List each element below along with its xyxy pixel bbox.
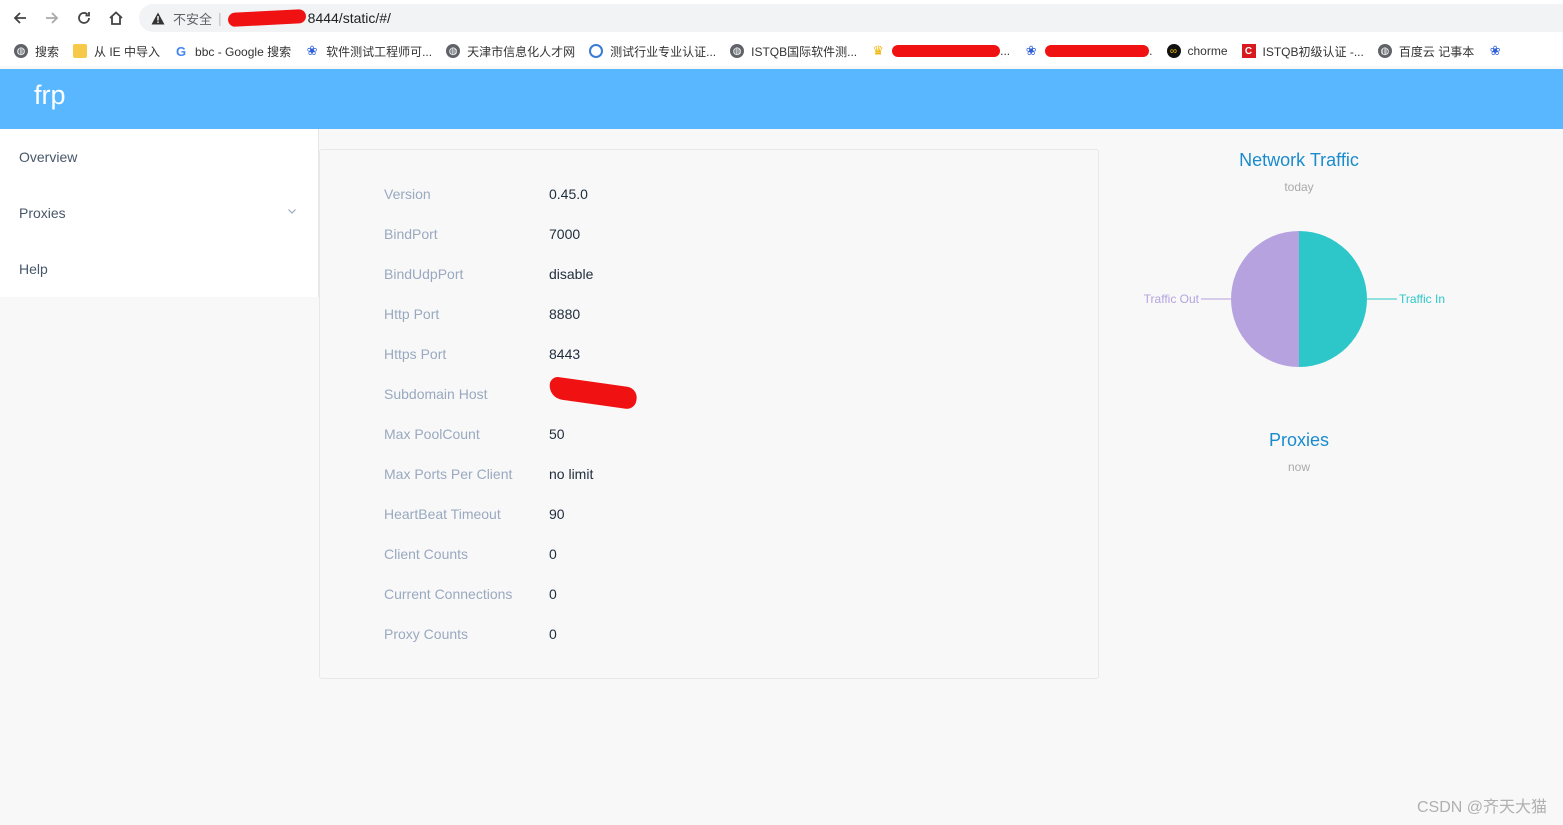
info-row: Max PoolCount 50 <box>384 426 565 442</box>
sidebar-item-proxies[interactable]: Proxies <box>0 185 318 241</box>
info-row: Client Counts 0 <box>384 546 557 562</box>
infinity-icon: ∞ <box>1166 44 1181 58</box>
home-icon[interactable] <box>104 6 128 30</box>
bookmark-item[interactable]: ❀ 软件测试工程师可... <box>305 43 432 60</box>
c-logo-icon: C <box>1241 44 1256 58</box>
sidebar-item-help[interactable]: Help <box>0 241 318 297</box>
proxies-chart-title: Proxies <box>1268 430 1330 450</box>
bookmark-item[interactable]: ❀. <box>1024 43 1153 58</box>
sidebar-item-overview[interactable]: Overview <box>0 129 318 185</box>
app-logo[interactable]: frp <box>34 80 66 111</box>
info-row: Subdomain Host <box>384 375 639 410</box>
folder-icon <box>73 44 88 58</box>
globe-icon: ◍ <box>1377 44 1392 58</box>
divider: | <box>218 10 222 26</box>
bookmark-item[interactable]: ∞ chorme <box>1166 44 1228 58</box>
info-row: BindPort 7000 <box>384 226 581 242</box>
traffic-chart-title: Network Traffic <box>1239 150 1359 170</box>
trophy-icon: ♛ <box>872 43 884 58</box>
pie-label: Traffic In <box>1399 292 1445 306</box>
baidu-icon: ❀ <box>1025 43 1037 58</box>
reload-icon[interactable] <box>72 6 96 30</box>
address-bar[interactable]: 不安全 | 8444/static/#/ <box>139 4 1563 32</box>
watermark: CSDN @齐天大猫 <box>1416 799 1547 816</box>
globe-icon: ◍ <box>730 44 745 58</box>
server-info-card: Version 0.45.0 BindPort 7000 BindUdpPort di… <box>319 149 1099 679</box>
bookmarks-bar: ◍ 搜索 从 IE 中导入 Gbbc - Google 搜索 ❀ 软件测试工程师可.… <box>0 36 1563 66</box>
info-row: HeartBeat Timeout 90 <box>384 506 565 522</box>
info-row: Http Port 8880 <box>384 306 581 322</box>
bookmark-item[interactable]: ◍ 天津市信息化人才网 <box>446 43 575 60</box>
bookmark-item[interactable]: ◍ 搜索 <box>14 43 59 60</box>
pie-slice-traffic-in[interactable] <box>1299 231 1367 367</box>
bookmark-item[interactable]: ◍ ISTQB国际软件测... <box>730 43 857 60</box>
traffic-pie-chart: Traffic In Traffic Out <box>1144 231 1445 367</box>
redacted-host <box>227 8 306 28</box>
redacted-value <box>547 375 639 410</box>
baidu-icon: ❀ <box>306 43 318 58</box>
forward-icon[interactable] <box>40 6 64 30</box>
sidebar: Overview Proxies Help <box>0 129 319 297</box>
baidu-icon: ❀ <box>1489 43 1501 58</box>
back-icon[interactable] <box>8 6 32 30</box>
bookmark-item[interactable]: 测试行业专业认证... <box>589 43 716 60</box>
insecure-label: 不安全 <box>173 11 213 27</box>
chevron-down-icon <box>288 209 296 214</box>
google-icon: G <box>175 43 187 59</box>
info-row: Current Connections 0 <box>384 586 557 602</box>
redacted-bookmark <box>892 45 1001 57</box>
pie-slice-traffic-out[interactable] <box>1231 231 1299 367</box>
info-row: BindUdpPort disable <box>384 266 594 282</box>
info-row: Https Port 8443 <box>384 346 581 362</box>
warning-icon <box>151 10 167 26</box>
bookmark-item[interactable]: Gbbc - Google 搜索 <box>174 43 291 60</box>
globe-icon: ◍ <box>446 44 461 58</box>
proxies-chart-subtitle: now <box>1287 460 1310 474</box>
bookmark-item[interactable]: C ISTQB初级认证 -... <box>1241 43 1364 60</box>
redacted-bookmark <box>1045 45 1150 57</box>
info-row: Version 0.45.0 <box>384 186 588 202</box>
bookmark-item[interactable]: ◍ 百度云 记事本 <box>1377 43 1474 60</box>
info-row: Proxy Counts 0 <box>384 626 557 642</box>
bookmark-item[interactable]: 从 IE 中导入 <box>73 43 160 60</box>
url-text: 8444/static/#/ <box>307 10 391 26</box>
app-header: frp <box>0 69 1563 129</box>
bookmark-item[interactable]: ♛... <box>871 43 1010 58</box>
pie-label: Traffic Out <box>1144 292 1200 306</box>
traffic-chart-subtitle: today <box>1284 180 1314 194</box>
bookmark-item[interactable]: ❀ <box>1488 43 1509 58</box>
browser-toolbar: 不安全 | 8444/static/#/ <box>0 0 1563 36</box>
info-row: Max Ports Per Client no limit <box>384 466 594 482</box>
globe-icon: ◍ <box>14 44 28 58</box>
ring-icon <box>589 44 604 58</box>
